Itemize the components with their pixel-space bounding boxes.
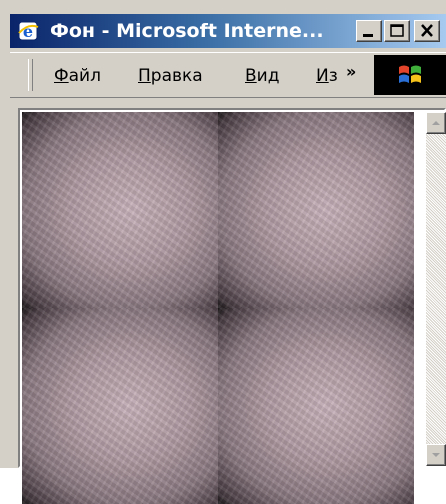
browser-window: e Фон - Microsoft Interne... Файл Правка	[0, 0, 446, 504]
menu-favorites-label: з	[328, 66, 338, 86]
menu-view-label: ид	[256, 66, 280, 86]
scroll-up-button[interactable]	[426, 112, 446, 134]
title-bar[interactable]: e Фон - Microsoft Interne...	[10, 14, 446, 48]
vertical-scrollbar[interactable]	[426, 112, 446, 466]
menu-favorites[interactable]: Из	[316, 65, 338, 87]
page-content[interactable]	[18, 108, 446, 504]
menu-bar: Файл Правка Вид Из »	[10, 52, 446, 98]
window-title: Фон - Microsoft Interne...	[50, 20, 324, 42]
background-tile	[22, 112, 218, 308]
menu-file-accel: Ф	[54, 66, 69, 86]
svg-text:e: e	[23, 22, 33, 41]
menu-favorites-accel: И	[316, 66, 329, 86]
maximize-button[interactable]	[384, 20, 410, 42]
menu-view[interactable]: Вид	[245, 65, 279, 87]
menu-file[interactable]: Файл	[54, 65, 101, 87]
background-tile	[22, 308, 218, 504]
toolbar-grip[interactable]	[28, 59, 33, 91]
scroll-up-arrow-icon	[432, 121, 440, 125]
background-tile	[218, 308, 414, 504]
menu-overflow-chevron-icon[interactable]: »	[346, 61, 366, 83]
menu-view-accel: В	[245, 66, 257, 86]
close-button[interactable]	[414, 20, 440, 42]
scroll-down-button[interactable]	[426, 444, 446, 466]
close-icon	[421, 24, 433, 37]
windows-logo-icon	[399, 65, 421, 83]
menu-file-label: айл	[68, 66, 101, 86]
menu-edit[interactable]: Правка	[138, 65, 203, 87]
internet-explorer-icon[interactable]: e	[16, 19, 40, 43]
scroll-down-arrow-icon	[432, 453, 440, 457]
menu-edit-label: равка	[150, 66, 203, 86]
menu-edit-accel: П	[138, 66, 151, 86]
minimize-icon	[363, 34, 373, 37]
windows-logo-throbber	[374, 55, 446, 95]
background-tile	[218, 112, 414, 308]
minimize-button[interactable]	[356, 20, 382, 42]
maximize-icon	[390, 24, 404, 37]
